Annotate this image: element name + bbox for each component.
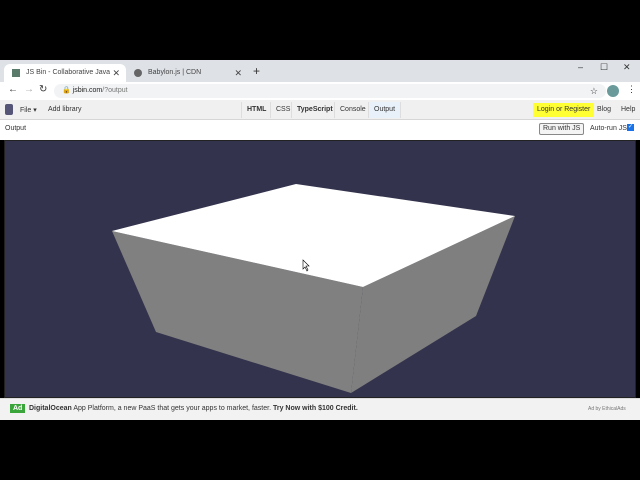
globe-icon [134,69,142,77]
maximize-button[interactable]: ☐ [600,62,608,73]
close-tab-icon[interactable]: ✕ [234,64,242,82]
help-link[interactable]: Help [621,106,635,113]
new-tab-button[interactable]: + [253,64,260,78]
panel-html[interactable]: HTML [241,102,271,118]
forward-icon[interactable]: → [24,84,34,95]
file-menu[interactable]: File ▾ [20,106,37,114]
box-scene [112,184,515,393]
ad-attribution[interactable]: Ad by EthicalAds [588,406,626,412]
address-bar: ← → ↻ 🔒 jsbin.com/?output ☆ ⋮ [0,82,640,100]
add-library-button[interactable]: Add library [48,106,81,113]
output-header: Output Run with JS Auto-run JS ✓ [0,120,640,140]
ad-text[interactable]: DigitalOcean App Platform, a new PaaS th… [29,405,358,412]
autorun-label: Auto-run JS [590,125,627,132]
blog-link[interactable]: Blog [597,106,611,113]
close-window-button[interactable]: ✕ [623,62,631,73]
reload-icon[interactable]: ↻ [39,84,47,95]
back-icon[interactable]: ← [8,84,18,95]
run-with-js-button[interactable]: Run with JS [539,123,585,135]
url-field[interactable]: 🔒 jsbin.com/?output ☆ [54,84,606,98]
jsbin-favicon-icon [12,69,20,77]
tab-jsbin[interactable]: JS Bin - Collaborative JavaScript Debugg… [4,64,126,82]
profile-avatar[interactable] [607,85,619,97]
tab-strip: JS Bin - Collaborative JavaScript Debugg… [0,60,640,82]
panel-console[interactable]: Console [334,102,371,118]
autorun-checkbox[interactable]: ✓ [627,124,634,131]
ad-banner[interactable]: Ad DigitalOcean App Platform, a new PaaS… [0,398,640,420]
minimize-button[interactable]: – [578,62,583,72]
panel-output[interactable]: Output [368,102,402,118]
jsbin-logo-icon[interactable] [5,104,13,115]
output-label: Output [5,125,27,132]
panel-typescript[interactable]: TypeScript [291,102,338,118]
menu-icon[interactable]: ⋮ [627,84,636,95]
ad-badge: Ad [10,404,26,413]
close-tab-icon[interactable]: ✕ [112,64,120,82]
bookmark-star-icon[interactable]: ☆ [590,84,598,98]
login-register-link[interactable]: Login or Register [533,103,595,117]
render-canvas[interactable] [4,140,636,398]
tab-babylon[interactable]: Babylon.js | CDN ✕ [126,64,248,82]
lock-icon: 🔒 [62,87,71,94]
